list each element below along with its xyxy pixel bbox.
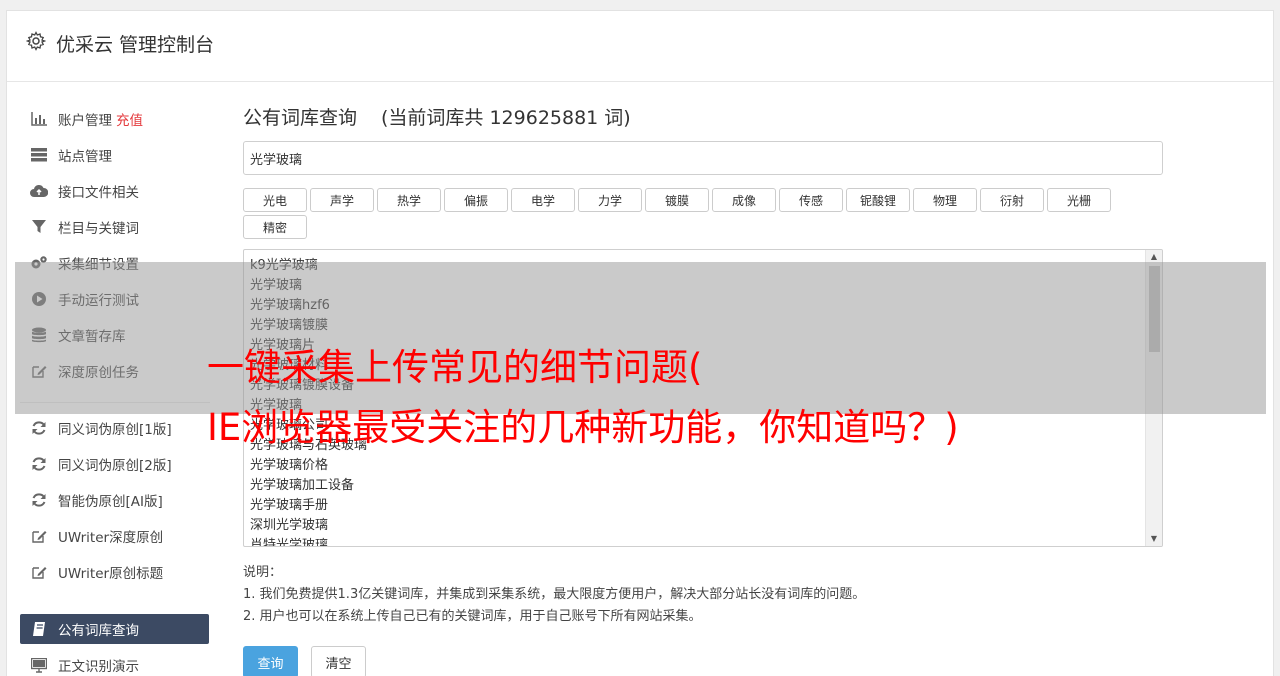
server-icon xyxy=(30,147,48,163)
note-line: 1. 我们免费提供1.3亿关键词库，并集成到采集系统，最大限度方便用户，解决大部… xyxy=(243,587,866,602)
top-bar: 优采云 管理控制台 xyxy=(7,11,1273,82)
tag-button[interactable]: 成像 xyxy=(712,188,776,212)
tag-button[interactable]: 力学 xyxy=(578,188,642,212)
note-line: 2. 用户也可以在系统上传自己已有的关键词库，用于自己账号下所有网站采集。 xyxy=(243,609,702,624)
book-icon xyxy=(30,621,48,637)
sidebar-item-uwriter-deep[interactable]: UWriter深度原创 xyxy=(20,521,209,551)
scroll-down-icon[interactable]: ▼ xyxy=(1146,532,1162,546)
sidebar-item-label: UWriter深度原创 xyxy=(58,530,164,546)
tag-button[interactable]: 热学 xyxy=(377,188,441,212)
list-item[interactable]: 光学玻璃加工设备 xyxy=(250,476,1162,496)
bar-chart-icon xyxy=(30,111,48,127)
overlay-line-1: 一键采集上传常见的细节问题( xyxy=(207,346,703,389)
sidebar-item-label: 同义词伪原创[1版] xyxy=(58,422,172,438)
sidebar-item-label: UWriter原创标题 xyxy=(58,566,164,582)
gear-icon xyxy=(26,31,46,51)
tag-button[interactable]: 光电 xyxy=(243,188,307,212)
recharge-link[interactable]: 充值 xyxy=(116,109,143,129)
sidebar-item-label: 接口文件相关 xyxy=(58,185,139,201)
sidebar-item-uwriter-title[interactable]: UWriter原创标题 xyxy=(20,557,209,587)
tag-button[interactable]: 铌酸锂 xyxy=(846,188,910,212)
sidebar-item-public-lexicon[interactable]: 公有词库查询 xyxy=(20,614,209,644)
tag-button[interactable]: 声学 xyxy=(310,188,374,212)
list-item[interactable]: 光学玻璃手册 xyxy=(250,496,1162,516)
sidebar-item-label: 智能伪原创[AI版] xyxy=(58,494,163,510)
keyword-search-input[interactable] xyxy=(243,141,1163,175)
refresh-icon xyxy=(30,492,48,508)
notes-section: 说明： 1. 我们免费提供1.3亿关键词库，并集成到采集系统，最大限度方便用户，… xyxy=(243,562,865,628)
refresh-icon xyxy=(30,456,48,472)
page-title: 公有词库查询 (当前词库共 129625881 词) xyxy=(243,103,631,130)
tag-button[interactable]: 光栅 xyxy=(1047,188,1111,212)
filter-icon xyxy=(30,219,48,235)
tag-button[interactable]: 精密 xyxy=(243,215,307,239)
sidebar-item-label: 公有词库查询 xyxy=(58,623,139,639)
edit-icon xyxy=(30,528,48,544)
refresh-icon xyxy=(30,420,48,436)
edit-icon xyxy=(30,564,48,580)
monitor-icon xyxy=(30,657,48,673)
overlay-caption: 一键采集上传常见的细节问题( IE浏览器最受关注的几种新功能，你知道吗？) xyxy=(207,338,959,458)
sidebar-item-columns-keywords[interactable]: 栏目与关键词 xyxy=(20,212,209,242)
page-title-text: 公有词库查询 xyxy=(243,107,358,129)
list-item[interactable]: 肖特光学玻璃 xyxy=(250,536,1162,546)
lexicon-count: (当前词库共 129625881 词) xyxy=(381,107,631,129)
sidebar-item-sites[interactable]: 站点管理 xyxy=(20,140,209,170)
clear-button[interactable]: 清空 xyxy=(311,646,366,676)
tag-button[interactable]: 电学 xyxy=(511,188,575,212)
tag-button[interactable]: 偏振 xyxy=(444,188,508,212)
sidebar-item-interface-files[interactable]: 接口文件相关 xyxy=(20,176,209,206)
cloud-upload-icon xyxy=(30,183,48,199)
sidebar-item-label: 账户管理 xyxy=(58,113,112,129)
sidebar-item-synonym-v2[interactable]: 同义词伪原创[2版] xyxy=(20,449,209,479)
sidebar-item-synonym-v1[interactable]: 同义词伪原创[1版] xyxy=(20,413,209,443)
tag-button[interactable]: 衍射 xyxy=(980,188,1044,212)
sidebar-item-label: 正文识别演示 xyxy=(58,659,139,675)
tag-button[interactable]: 镀膜 xyxy=(645,188,709,212)
sidebar-item-ai-rewrite[interactable]: 智能伪原创[AI版] xyxy=(20,485,209,515)
sidebar-item-text-recognition[interactable]: 正文识别演示 xyxy=(20,650,209,676)
notes-title: 说明： xyxy=(243,565,283,580)
sidebar-item-account[interactable]: 账户管理 充值 xyxy=(20,104,209,134)
app-title: 优采云 管理控制台 xyxy=(56,34,215,56)
sidebar-item-label: 栏目与关键词 xyxy=(58,221,139,237)
list-item[interactable]: 深圳光学玻璃 xyxy=(250,516,1162,536)
overlay-line-2: IE浏览器最受关注的几种新功能，你知道吗？) xyxy=(207,406,959,449)
tag-button[interactable]: 传感 xyxy=(779,188,843,212)
query-button[interactable]: 查询 xyxy=(243,646,298,676)
sidebar-item-label: 站点管理 xyxy=(58,149,112,165)
list-item[interactable]: 光学玻璃价格 xyxy=(250,456,1162,476)
sidebar-item-label: 同义词伪原创[2版] xyxy=(58,458,172,474)
tag-button[interactable]: 物理 xyxy=(913,188,977,212)
